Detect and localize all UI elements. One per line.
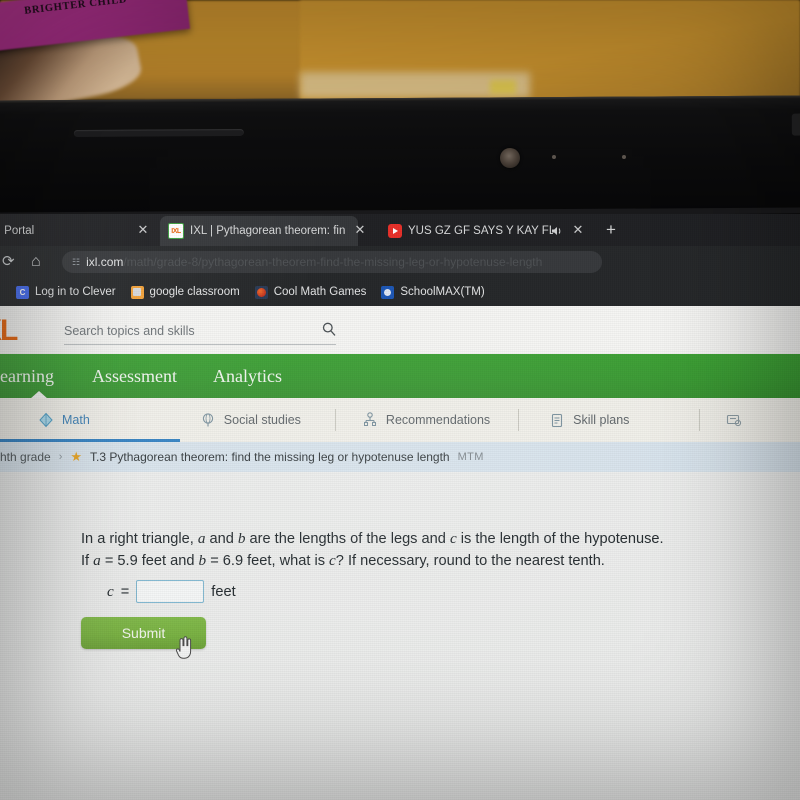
math-icon	[38, 412, 54, 428]
submit-button[interactable]: Submit	[81, 617, 206, 649]
subnav-item-math-label: Math	[62, 413, 90, 427]
address-bar-host: ixl.com	[86, 255, 124, 269]
answer-row: c = feet	[107, 580, 236, 603]
answer-input[interactable]	[136, 580, 205, 603]
ixl-secondary-nav: Math Social studies Recommendations Skil…	[0, 398, 800, 442]
subnav-item-overflow[interactable]	[700, 398, 764, 442]
search-input-placeholder: Search topics and skills	[64, 324, 195, 338]
background-object-yellow	[490, 80, 516, 94]
question-line2-part3: = 6.9 feet, what is	[206, 553, 330, 570]
answer-unit-label: feet	[211, 583, 236, 600]
clever-icon: C	[16, 285, 29, 299]
subnav-item-skill-plans[interactable]: Skill plans	[519, 398, 659, 442]
browser-tab-youtube-close-icon[interactable]: ✕	[571, 223, 585, 236]
question-var-c-2: c	[329, 552, 336, 570]
google-classroom-icon	[130, 285, 144, 299]
ixl-page: XL Search topics and skills earning Asse…	[0, 306, 800, 800]
address-bar[interactable]: ☷ ixl.com /math/grade-8/pythagorean-theo…	[62, 251, 602, 273]
bookmark-schoolmax-label: SchoolMAX(TM)	[400, 286, 485, 298]
ixl-primary-nav: earning Assessment Analytics	[0, 354, 800, 399]
webcam-icon	[500, 148, 520, 168]
breadcrumb: hth grade › ★ T.3 Pythagorean theorem: f…	[0, 442, 800, 472]
question-text: In a right triangle, a and b are the len…	[81, 528, 781, 572]
bookmark-log-in-to-clever[interactable]: C Log in to Clever	[10, 284, 122, 301]
bezel-side-notch	[791, 113, 800, 136]
question-line1-part4: is the length of the hypotenuse.	[456, 531, 664, 547]
star-icon[interactable]: ★	[70, 449, 82, 465]
browser-tab-youtube[interactable]: YUS GZ GF SAYS Y KAY FL	[380, 216, 561, 246]
question-line2-part2: = 5.9 feet and	[100, 553, 199, 570]
breadcrumb-separator-icon: ›	[58, 451, 63, 463]
bookmarks-bar: C Log in to Clever google classroom Cool…	[0, 278, 800, 306]
breadcrumb-skill-code: MTM	[457, 451, 484, 463]
subnav-item-social-studies-label: Social studies	[223, 413, 301, 427]
webcam-indicator-dot	[552, 155, 556, 159]
home-icon[interactable]: ⌂	[31, 252, 41, 272]
question-line2-part1: If	[81, 553, 94, 570]
subnav-item-social-studies[interactable]: Social studies	[180, 398, 335, 442]
nav-analytics[interactable]: Analytics	[191, 366, 296, 387]
browser-tab-portal-close-icon[interactable]: ✕	[136, 223, 150, 236]
bezel-vent-slot	[73, 128, 244, 137]
bookmark-log-in-to-clever-label: Log in to Clever	[35, 286, 116, 298]
browser-tab-audio-icon[interactable]	[551, 224, 564, 236]
question-content-area: In a right triangle, a and b are the len…	[0, 472, 800, 800]
breadcrumb-grade[interactable]: hth grade	[0, 450, 51, 464]
reload-icon[interactable]: ⟳	[2, 252, 15, 272]
site-info-icon[interactable]: ☷	[72, 257, 80, 268]
subnav-item-math[interactable]: Math	[0, 398, 180, 442]
new-tab-button[interactable]: +	[606, 221, 616, 238]
question-var-c-1: c	[449, 530, 457, 547]
webcam-mic-dot	[622, 155, 626, 159]
browser-tab-ixl-close-icon[interactable]: ✕	[353, 223, 367, 236]
subnav-item-recommendations-label: Recommendations	[385, 413, 491, 427]
search-topics-input[interactable]: Search topics and skills	[64, 318, 336, 345]
schoolmax-icon	[381, 285, 395, 299]
subnav-item-skill-plans-label: Skill plans	[573, 413, 630, 427]
question-line1-part2: and	[205, 531, 238, 547]
laptop-bezel	[0, 95, 800, 219]
browser-tab-youtube-title: YUS GZ GF SAYS Y KAY FL	[408, 225, 553, 237]
cool-math-games-icon	[254, 285, 268, 299]
browser-chrome: | Portal ✕ IXL IXL | Pythagorean theorem…	[0, 214, 800, 306]
bookmark-cool-math-games-label: Cool Math Games	[273, 286, 367, 298]
answer-equals-sign: =	[120, 583, 130, 600]
address-bar-path: /math/grade-8/pythagorean-theorem-find-t…	[123, 255, 543, 269]
bookmark-cool-math-games[interactable]: Cool Math Games	[249, 284, 373, 301]
browser-tab-portal-title: | Portal	[0, 225, 35, 237]
browser-tab-ixl[interactable]: IXL IXL | Pythagorean theorem: fin	[160, 216, 358, 246]
subnav-item-recommendations[interactable]: Recommendations	[336, 398, 518, 442]
browser-toolbar: ⟳ ⌂ ☷ ixl.com /math/grade-8/pythagorean-…	[0, 246, 800, 278]
ixl-logo[interactable]: XL	[0, 314, 18, 348]
nav-learning[interactable]: earning	[0, 366, 68, 387]
ixl-header: XL Search topics and skills	[0, 306, 800, 354]
bookmark-schoolmax[interactable]: SchoolMAX(TM)	[375, 284, 490, 301]
ixl-favicon-icon: IXL	[168, 223, 184, 239]
browser-tabstrip: | Portal ✕ IXL IXL | Pythagorean theorem…	[0, 214, 800, 246]
youtube-favicon-icon	[388, 224, 402, 238]
nav-assessment[interactable]: Assessment	[68, 366, 191, 387]
question-line1-part3: are the lengths of the legs and	[245, 531, 450, 547]
answer-variable-label: c	[107, 582, 114, 600]
question-line1-part1: In a right triangle,	[81, 531, 198, 547]
question-var-b-2: b	[198, 552, 207, 570]
breadcrumb-skill-title: T.3 Pythagorean theorem: find the missin…	[90, 450, 450, 464]
browser-tab-ixl-title: IXL | Pythagorean theorem: fin	[190, 225, 346, 237]
skill-plans-icon	[549, 412, 565, 428]
question-line2-part4: ? If necessary, round to the nearest ten…	[335, 553, 605, 570]
awards-icon	[726, 412, 742, 428]
bookmark-google-classroom[interactable]: google classroom	[125, 284, 246, 301]
photographed-laptop-screen: BRIGHTER CHILD | Portal ✕ IXL IXL | Pyth…	[0, 0, 800, 800]
recommendations-icon	[362, 412, 378, 428]
question-var-a-2: a	[93, 552, 101, 570]
bookmark-google-classroom-label: google classroom	[149, 286, 240, 298]
social-studies-icon	[200, 412, 216, 428]
search-icon[interactable]	[322, 322, 336, 340]
